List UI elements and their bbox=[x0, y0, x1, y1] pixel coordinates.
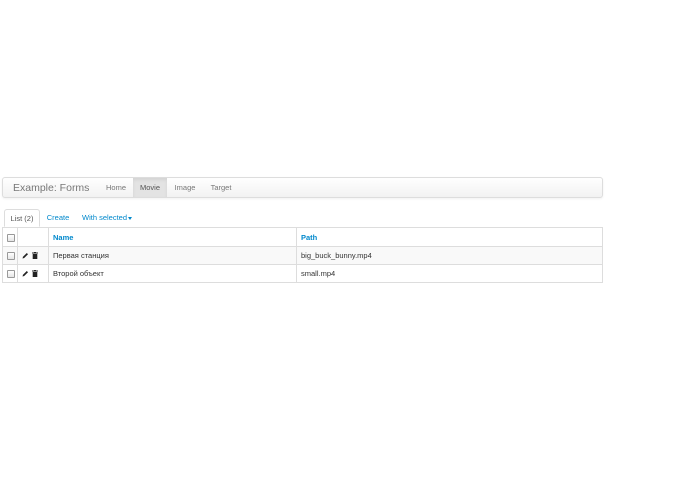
nav-item-movie[interactable]: Movie bbox=[133, 178, 167, 197]
actions-header bbox=[17, 227, 49, 247]
row-actions-cell bbox=[17, 246, 49, 265]
trash-icon[interactable] bbox=[32, 252, 38, 259]
caret-down-icon bbox=[128, 216, 133, 220]
pencil-icon[interactable] bbox=[22, 252, 29, 259]
brand[interactable]: Example: Forms bbox=[13, 182, 89, 194]
row-select-cell bbox=[2, 246, 18, 265]
pencil-icon[interactable] bbox=[22, 270, 29, 277]
tab-list[interactable]: List (2) bbox=[4, 209, 40, 227]
nav-item-target[interactable]: Target bbox=[205, 178, 237, 197]
data-table: Name Path Первая станция big_buck_bunny.… bbox=[2, 227, 603, 283]
cell-path: small.mp4 bbox=[296, 264, 603, 283]
table-row: Второй объект small.mp4 bbox=[2, 264, 603, 283]
select-all-checkbox[interactable] bbox=[7, 233, 15, 242]
column-header-name[interactable]: Name bbox=[48, 227, 297, 247]
nav-item-home[interactable]: Home bbox=[101, 178, 131, 197]
column-header-path[interactable]: Path bbox=[296, 227, 603, 247]
tab-with-selected[interactable]: With selected bbox=[80, 209, 134, 227]
tab-create[interactable]: Create bbox=[44, 209, 72, 227]
row-actions-cell bbox=[17, 264, 49, 283]
nav-item-image[interactable]: Image bbox=[170, 178, 200, 197]
table-row: Первая станция big_buck_bunny.mp4 bbox=[2, 246, 603, 265]
cell-name: Первая станция bbox=[48, 246, 297, 265]
trash-icon[interactable] bbox=[32, 270, 38, 277]
cell-path: big_buck_bunny.mp4 bbox=[296, 246, 603, 265]
table-header-row: Name Path bbox=[2, 227, 603, 247]
row-checkbox[interactable] bbox=[7, 270, 15, 278]
cell-name: Второй объект bbox=[48, 264, 297, 283]
navbar: Example: Forms Home Movie Image Target bbox=[2, 177, 603, 198]
row-checkbox[interactable] bbox=[7, 252, 15, 260]
row-select-cell bbox=[2, 264, 18, 283]
select-all-cell bbox=[2, 227, 18, 247]
with-selected-label: With selected bbox=[81, 213, 128, 222]
